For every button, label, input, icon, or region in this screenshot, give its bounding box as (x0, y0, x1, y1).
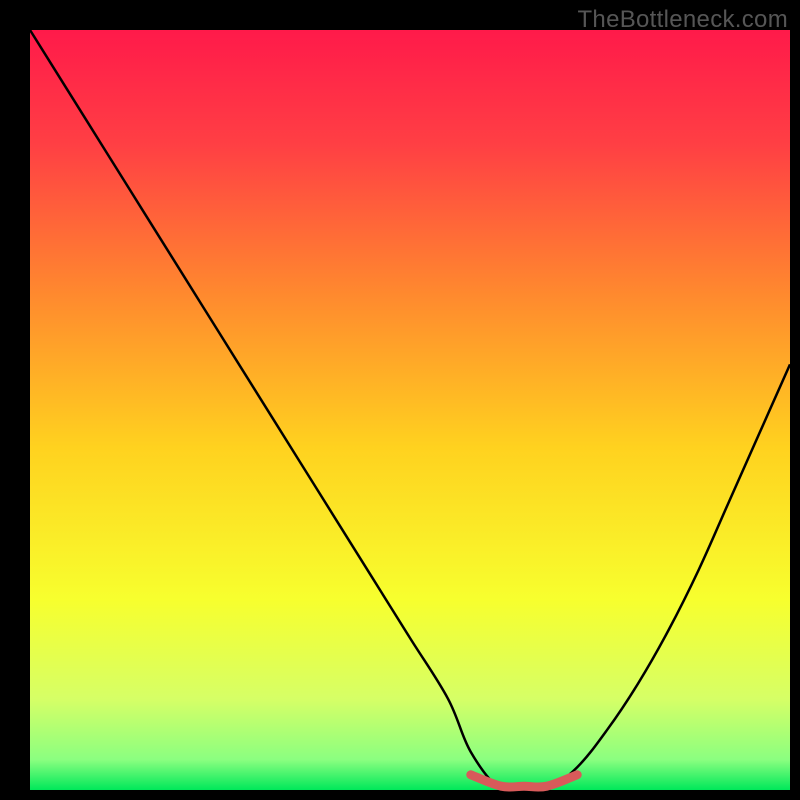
bottleneck-chart (0, 0, 800, 800)
watermark-text: TheBottleneck.com (577, 6, 788, 34)
plot-background (30, 30, 790, 790)
chart-container: TheBottleneck.com (0, 0, 800, 800)
